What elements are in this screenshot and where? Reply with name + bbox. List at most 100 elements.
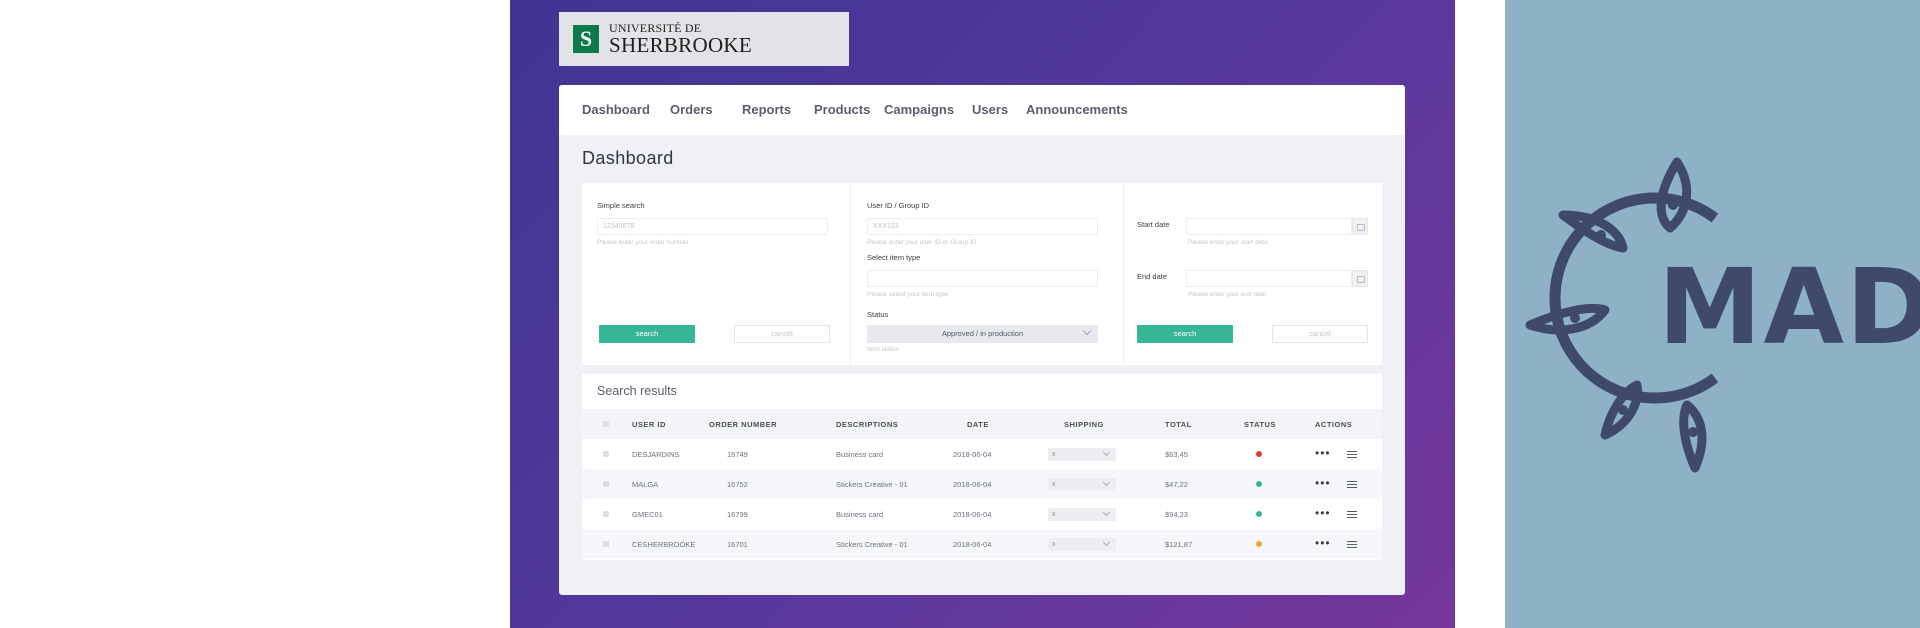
dashboard-app: Dashboard Orders Reports Products Campai… [559, 85, 1405, 595]
search-filters-panel: Simple search 12345678 Please enter your… [582, 183, 1382, 365]
simple-search-hint: Please enter your order number [597, 239, 689, 246]
table-row[interactable]: GMEC01 16799 Business card 2018-06-04 x … [582, 499, 1382, 529]
menu-icon[interactable] [1347, 451, 1357, 458]
calendar-icon[interactable] [1352, 270, 1368, 287]
nav-users[interactable]: Users [972, 102, 1008, 117]
purple-backdrop: S UNIVERSITÉ DE SHERBROOKE Dashboard Ord… [510, 0, 1455, 628]
search-results-title: Search results [597, 384, 677, 398]
status-hint: Item status [867, 346, 899, 353]
select-all-checkbox[interactable] [603, 421, 609, 427]
menu-icon[interactable] [1347, 511, 1357, 518]
cell-order-number: 16701 [727, 540, 748, 549]
cell-order-number: 16749 [727, 450, 748, 459]
cell-order-number: 16799 [727, 510, 748, 519]
menu-icon[interactable] [1347, 481, 1357, 488]
status-select-value: Approved / in production [941, 329, 1024, 338]
cell-description: Business card [836, 510, 884, 519]
end-date-input[interactable] [1186, 270, 1352, 287]
cell-description: Stickers Creative - 01 [836, 480, 908, 489]
filter-column-user: User ID / Group ID XXX123 Please enter y… [850, 183, 1123, 365]
more-actions-icon[interactable]: ••• [1315, 476, 1331, 490]
more-actions-icon[interactable]: ••• [1315, 536, 1331, 550]
item-type-label: Select item type [867, 253, 921, 262]
start-date-input[interactable] [1186, 218, 1352, 235]
row-checkbox[interactable] [603, 511, 609, 517]
shipping-select[interactable]: x [1048, 478, 1116, 491]
column-date[interactable]: DATE [967, 420, 989, 429]
filter-column-dates: Start date Please enter your start date … [1123, 183, 1382, 365]
menu-icon[interactable] [1347, 541, 1357, 548]
user-id-hint: Please enter your user ID or Group ID [867, 239, 977, 246]
table-header: USER ID ORDER NUMBER DESCRIPTIONS DATE S… [582, 409, 1382, 439]
filter-column-simple: Simple search 12345678 Please enter your… [582, 183, 850, 365]
status-dot [1256, 541, 1262, 547]
simple-search-input[interactable]: 12345678 [597, 218, 828, 235]
end-date-label: End date [1137, 272, 1168, 281]
shipping-select[interactable]: x [1048, 538, 1116, 551]
chevron-down-icon [1102, 538, 1111, 547]
nav-announcements[interactable]: Announcements [1026, 102, 1128, 117]
start-date-label: Start date [1137, 220, 1170, 229]
search-results-panel: Search results USER ID ORDER NUMBER DESC… [582, 374, 1382, 560]
chevron-down-icon [1082, 326, 1092, 336]
shipping-value: x [1052, 541, 1056, 548]
shipping-select[interactable]: x [1048, 508, 1116, 521]
simple-search-label: Simple search [597, 201, 645, 210]
status-select[interactable]: Approved / in production [867, 325, 1098, 343]
logo-line-2: SHERBROOKE [609, 33, 753, 57]
cell-date: 2018-06-04 [953, 480, 992, 489]
cell-total: $47,22 [1165, 480, 1188, 489]
item-type-input[interactable] [867, 270, 1098, 287]
cell-total: $94,23 [1165, 510, 1188, 519]
user-id-input[interactable]: XXX123 [867, 218, 1098, 235]
nav-reports[interactable]: Reports [742, 102, 791, 117]
status-dot [1256, 451, 1262, 457]
row-checkbox[interactable] [603, 451, 609, 457]
status-dot [1256, 481, 1262, 487]
chevron-down-icon [1102, 478, 1111, 487]
date-search-button[interactable]: search [1137, 325, 1233, 343]
chevron-down-icon [1102, 508, 1111, 517]
table-row[interactable]: DESJARDINS 16749 Business card 2018-06-0… [582, 439, 1382, 469]
screen: S UNIVERSITÉ DE SHERBROOKE Dashboard Ord… [0, 0, 1920, 628]
made-brand-panel: MADE [1505, 0, 1920, 628]
shipping-value: x [1052, 511, 1056, 518]
cell-total: $63,45 [1165, 450, 1188, 459]
page-title: Dashboard [582, 148, 674, 168]
nav-dashboard[interactable]: Dashboard [582, 102, 650, 117]
column-order-number[interactable]: ORDER NUMBER [709, 420, 777, 429]
column-user-id[interactable]: USER ID [632, 420, 666, 429]
shipping-select[interactable]: x [1048, 448, 1116, 461]
table-row[interactable]: MALGA 16752 Stickers Creative - 01 2018-… [582, 469, 1382, 499]
chevron-down-icon [1102, 448, 1111, 457]
shipping-value: x [1052, 481, 1056, 488]
nav-products[interactable]: Products [814, 102, 870, 117]
cell-user-id: GMEC01 [632, 510, 663, 519]
column-descriptions[interactable]: DESCRIPTIONS [836, 420, 898, 429]
date-cancel-button[interactable]: cancel [1272, 325, 1368, 343]
row-checkbox[interactable] [603, 541, 609, 547]
status-dot [1256, 511, 1262, 517]
calendar-icon[interactable] [1352, 218, 1368, 235]
row-checkbox[interactable] [603, 481, 609, 487]
user-id-label: User ID / Group ID [867, 201, 930, 210]
column-status[interactable]: STATUS [1244, 420, 1276, 429]
nav-orders[interactable]: Orders [670, 102, 713, 117]
more-actions-icon[interactable]: ••• [1315, 446, 1331, 460]
cell-user-id: CESHERBROOKE [632, 540, 696, 549]
cell-description: Stickers Creative - 01 [836, 540, 908, 549]
simple-cancel-button[interactable]: cancel [734, 325, 830, 343]
column-total[interactable]: TOTAL [1165, 420, 1192, 429]
status-label: Status [867, 310, 889, 319]
cell-user-id: DESJARDINS [632, 450, 680, 459]
nav-campaigns[interactable]: Campaigns [884, 102, 954, 117]
simple-search-button[interactable]: search [599, 325, 695, 343]
university-logo-mark: S [573, 25, 599, 53]
cell-date: 2018-06-04 [953, 540, 992, 549]
end-date-hint: Please enter your end date [1188, 291, 1267, 298]
table-row[interactable]: CESHERBROOKE 16701 Stickers Creative - 0… [582, 529, 1382, 559]
column-shipping[interactable]: SHIPPING [1064, 420, 1104, 429]
more-actions-icon[interactable]: ••• [1315, 506, 1331, 520]
cell-order-number: 16752 [727, 480, 748, 489]
cell-description: Business card [836, 450, 884, 459]
